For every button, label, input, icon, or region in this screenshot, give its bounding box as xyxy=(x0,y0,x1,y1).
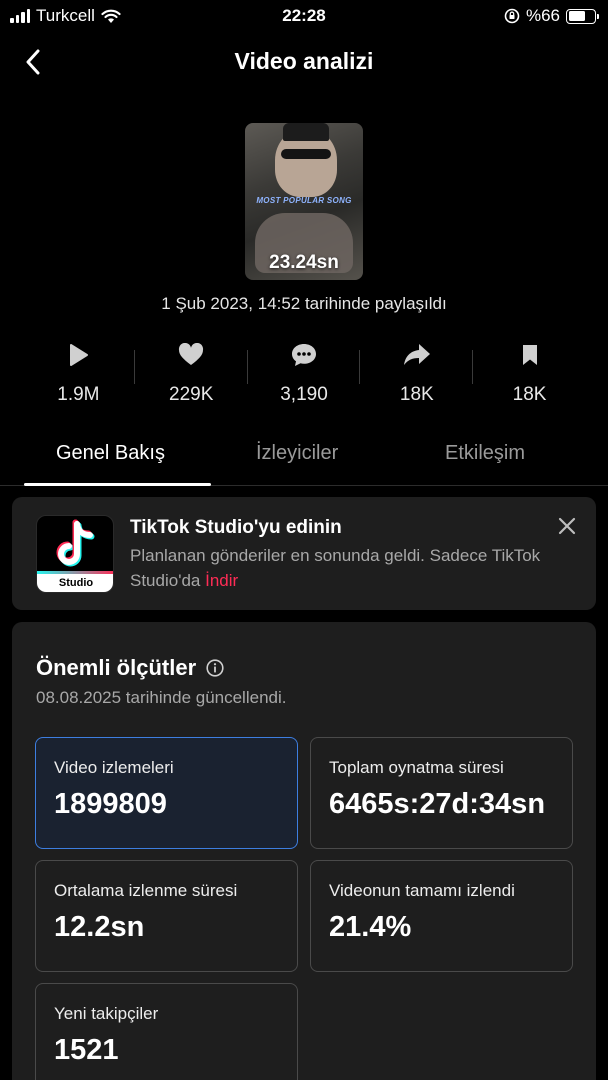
video-duration: 23.24sn xyxy=(269,252,339,273)
tiktok-studio-logo: Studio xyxy=(36,515,114,593)
metric-value: 1899809 xyxy=(54,788,167,820)
download-link[interactable]: İndir xyxy=(205,571,238,590)
tab-overview[interactable]: Genel Bakış xyxy=(56,442,165,465)
stats-row: 1.9M 229K 3,190 18K 18K xyxy=(22,338,586,412)
heart-icon xyxy=(179,343,204,365)
comments-count: 3,190 xyxy=(280,384,328,405)
status-bar: Turkcell 22:28 %66 xyxy=(0,0,608,32)
metric-value: 12.2sn xyxy=(54,911,145,943)
metric-video-views[interactable]: Video izlemeleri 1899809 xyxy=(35,737,298,849)
video-thumbnail[interactable]: MOST POPULAR SONG 23.24sn xyxy=(245,123,363,280)
metric-label: Video izlemeleri xyxy=(54,758,174,777)
promo-description-text: Planlanan gönderiler en sonunda geldi. S… xyxy=(130,546,541,590)
play-icon xyxy=(70,344,89,366)
tab-viewers[interactable]: İzleyiciler xyxy=(256,442,338,465)
likes-count: 229K xyxy=(169,384,214,405)
stat-saves: 18K xyxy=(473,338,586,412)
key-metrics-card: Önemli ölçütler 08.08.2025 tarihinde gün… xyxy=(12,622,596,1080)
active-tab-indicator xyxy=(24,483,211,486)
thumbnail-figure-cap xyxy=(283,123,329,141)
promo-title: TikTok Studio'yu edinin xyxy=(130,517,342,538)
metric-total-play-time[interactable]: Toplam oynatma süresi 6465s:27d:34sn xyxy=(310,737,573,849)
share-icon xyxy=(403,344,430,365)
saves-count: 18K xyxy=(512,384,547,405)
metric-label: Videonun tamamı izlendi xyxy=(329,881,515,900)
info-icon[interactable] xyxy=(206,659,224,677)
metrics-updated: 08.08.2025 tarihinde güncellendi. xyxy=(36,688,287,707)
stat-comments: 3,190 xyxy=(248,338,361,412)
metric-value: 21.4% xyxy=(329,911,412,943)
metric-value: 6465s:27d:34sn xyxy=(329,788,546,820)
tiktok-note-icon xyxy=(56,519,95,567)
page-title: Video analizi xyxy=(234,48,374,74)
views-count: 1.9M xyxy=(57,384,100,405)
tab-bar: Genel Bakış İzleyiciler Etkileşim xyxy=(0,432,608,486)
status-right: %66 xyxy=(504,6,599,26)
metric-label: Toplam oynatma süresi xyxy=(329,758,504,777)
metric-label: Yeni takipçiler xyxy=(54,1004,159,1023)
metrics-header: Önemli ölçütler xyxy=(36,655,224,681)
shared-date: 1 Şub 2023, 14:52 tarihinde paylaşıldı xyxy=(161,294,447,313)
thumbnail-caption: MOST POPULAR SONG xyxy=(256,196,352,205)
stat-shares: 18K xyxy=(360,338,474,412)
stat-views: 1.9M xyxy=(22,338,135,412)
shares-count: 18K xyxy=(399,384,434,405)
metrics-title: Önemli ölçütler xyxy=(36,655,197,680)
battery-percent: %66 xyxy=(525,6,560,25)
metric-label: Ortalama izlenme süresi xyxy=(54,881,238,900)
metric-average-watch-time[interactable]: Ortalama izlenme süresi 12.2sn xyxy=(35,860,298,972)
header: Video analizi xyxy=(0,40,608,84)
metric-watched-full-video[interactable]: Videonun tamamı izlendi 21.4% xyxy=(310,860,573,972)
close-button[interactable] xyxy=(556,515,578,537)
battery-icon xyxy=(566,8,599,24)
rotation-lock-icon xyxy=(504,8,520,24)
metric-value: 1521 xyxy=(54,1034,119,1066)
comment-icon xyxy=(291,344,316,366)
promo-description: Planlanan gönderiler en sonunda geldi. S… xyxy=(130,543,550,593)
stat-likes: 229K xyxy=(135,338,248,412)
studio-logo-label: Studio xyxy=(37,571,113,592)
studio-promo-card: Studio TikTok Studio'yu edinin Planlanan… xyxy=(12,497,596,610)
thumbnail-figure-glasses xyxy=(281,149,331,159)
metric-new-followers[interactable]: Yeni takipçiler 1521 xyxy=(35,983,298,1080)
bookmark-icon xyxy=(522,345,537,365)
close-icon xyxy=(558,517,576,535)
tab-engagement[interactable]: Etkileşim xyxy=(445,442,525,465)
